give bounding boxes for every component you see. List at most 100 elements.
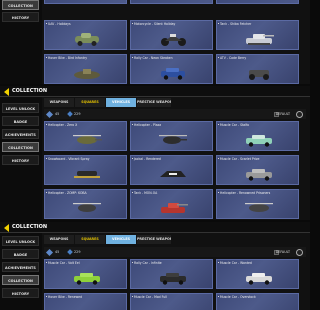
- vehicle-image: [246, 169, 272, 181]
- vehicle-image: [246, 273, 272, 285]
- vehicle-image: [246, 135, 272, 147]
- vehicle-card[interactable]: Rally Car - Neon Sbroken: [130, 54, 213, 84]
- total-count: 229: [74, 250, 81, 254]
- vehicle-card-partial[interactable]: [130, 0, 213, 4]
- vehicle-card[interactable]: Tank - MON-OA: [130, 189, 213, 219]
- sidebar-item-achievements[interactable]: ACHIEVEMENTS: [2, 129, 39, 139]
- vehicle-card[interactable]: Muscle Car - Volt Eel: [44, 259, 127, 289]
- category-tabs: WEAPONS SQUARES VEHICLES PRESTIGE WEAPON: [44, 98, 184, 107]
- vehicle-card[interactable]: Muscle Car - Scarlet Prize: [216, 155, 299, 185]
- vehicle-image: [161, 203, 188, 213]
- vehicle-card-name: Rally Car - Neon Sbroken: [134, 56, 173, 60]
- vehicle-card[interactable]: Rally Car - Infinite: [130, 259, 213, 289]
- vehicle-card-name: Muscle Car - Overstock: [220, 295, 256, 299]
- vehicle-card-partial[interactable]: [44, 0, 127, 4]
- vehicle-card-name: Jackal - Rendered: [134, 157, 161, 161]
- collection-panel-top: COLLECTION HISTORY UAV - Holidays Motorc…: [0, 0, 310, 84]
- sidebar-item-level-unlock[interactable]: LEVEL UNLOCK: [2, 103, 39, 113]
- rarity-icon: [45, 110, 54, 118]
- vehicle-card[interactable]: ATV - Code Berry: [216, 54, 299, 84]
- vehicle-image: [160, 273, 186, 285]
- vehicle-card[interactable]: Hover Bike - Bird Infantry: [44, 54, 127, 84]
- vehicle-card[interactable]: Muscle Car - Wanted: [216, 259, 299, 289]
- collection-panel-middle: COLLECTION LEVEL UNLOCK BADGE ACHIEVEMEN…: [0, 86, 310, 220]
- vehicle-card-name: Muscle Car - Mod Full: [134, 295, 167, 299]
- info-icon[interactable]: [296, 248, 303, 256]
- rarity-icon: [45, 248, 54, 256]
- sidebar-item-history[interactable]: HISTORY: [2, 288, 39, 298]
- sort-dropdown[interactable]: DEFAULT: [276, 247, 290, 257]
- vehicle-image: [74, 171, 100, 178]
- info-icon[interactable]: [296, 110, 303, 118]
- sidebar-item-level-unlock[interactable]: LEVEL UNLOCK: [2, 236, 39, 246]
- page-title: COLLECTION: [12, 224, 48, 230]
- vehicle-image: [160, 171, 186, 177]
- vehicle-card[interactable]: Helicopter - Renowned Prisoners: [216, 189, 299, 219]
- header-bar: COLLECTION: [0, 222, 310, 233]
- vehicle-card-name: Muscle Car - Wanted: [220, 261, 252, 265]
- vehicle-card-name: UAV - Holidays: [48, 22, 71, 26]
- vehicle-card[interactable]: Helicopter - Plaza: [130, 121, 213, 151]
- vehicle-card[interactable]: Motorcycle - Silent Holiday: [130, 20, 213, 50]
- vehicle-card-name: ATV - Code Berry: [220, 56, 247, 60]
- tab-squares[interactable]: SQUARES: [75, 235, 105, 244]
- sidebar-item-achievements[interactable]: ACHIEVEMENTS: [2, 262, 39, 272]
- vehicle-card-name: Helicopter - Renowned Prisoners: [220, 191, 271, 195]
- vehicle-card-name: Helicopter - ZOMP: KOBA: [48, 191, 87, 195]
- vehicle-image: [161, 34, 186, 46]
- sidebar-item-history[interactable]: HISTORY: [2, 155, 39, 165]
- collection-panel-bottom: COLLECTION LEVEL UNLOCK BADGE ACHIEVEMEN…: [0, 222, 310, 310]
- back-arrow-icon[interactable]: [4, 223, 9, 232]
- vehicle-image: [245, 203, 273, 212]
- vehicle-image: [74, 273, 100, 285]
- vehicle-card[interactable]: Helicopter - Zero X: [44, 121, 127, 151]
- vehicle-card[interactable]: Jackal - Rendered: [130, 155, 213, 185]
- vehicle-card[interactable]: Muscle Car - Mod Full: [130, 293, 213, 310]
- vehicle-card-name: Tank - Shiba Fetcher: [220, 22, 252, 26]
- sidebar-item-history[interactable]: HISTORY: [2, 12, 39, 22]
- sidebar-item-badge[interactable]: BADGE: [2, 116, 39, 126]
- vehicle-card-name: Hover Bike - Renewed: [48, 295, 83, 299]
- tab-prestige-weapon[interactable]: PRESTIGE WEAPON: [137, 98, 171, 107]
- gem-icon: [67, 249, 73, 255]
- sidebar: LEVEL UNLOCK BADGE ACHIEVEMENTS COLLECTI…: [0, 233, 42, 310]
- vehicle-card[interactable]: Snowboard - Vibrant Spray: [44, 155, 127, 185]
- page-title: COLLECTION: [12, 88, 48, 94]
- vehicle-card-name: Hover Bike - Bird Infantry: [48, 56, 88, 60]
- vehicle-card[interactable]: UAV - Holidays: [44, 20, 127, 50]
- sidebar: LEVEL UNLOCK BADGE ACHIEVEMENTS COLLECTI…: [0, 97, 42, 220]
- vehicle-card-name: Rally Car - Infinite: [134, 261, 162, 265]
- tab-vehicles[interactable]: VEHICLES: [106, 98, 136, 107]
- tab-vehicles[interactable]: VEHICLES: [106, 235, 136, 244]
- tab-prestige-weapon[interactable]: PRESTIGE WEAPON: [137, 235, 171, 244]
- category-tabs: WEAPONS SQUARES VEHICLES PRESTIGE WEAPON: [44, 235, 184, 244]
- tab-squares[interactable]: SQUARES: [75, 98, 105, 107]
- sidebar-item-badge[interactable]: BADGE: [2, 249, 39, 259]
- vehicle-card-name: Muscle Car - Scarlet Prize: [220, 157, 260, 161]
- vehicle-image: [246, 34, 274, 45]
- vehicle-card-name: Snowboard - Vibrant Spray: [48, 157, 90, 161]
- vehicle-card[interactable]: Hover Bike - Renewed: [44, 293, 127, 310]
- sidebar-item-collection[interactable]: COLLECTION: [2, 0, 39, 10]
- vehicle-card-name: Tank - MON-OA: [134, 191, 158, 195]
- sidebar: COLLECTION HISTORY: [0, 0, 42, 84]
- header-bar: COLLECTION: [0, 86, 310, 97]
- filter-bar: 45 229 DEFAULT: [44, 247, 306, 257]
- vehicle-card[interactable]: Muscle Car - Stalfo: [216, 121, 299, 151]
- vehicle-image: [74, 69, 100, 79]
- sidebar-item-collection[interactable]: COLLECTION: [2, 275, 39, 285]
- vehicle-card[interactable]: Tank - Shiba Fetcher: [216, 20, 299, 50]
- back-arrow-icon[interactable]: [4, 87, 9, 96]
- vehicle-image: [161, 68, 185, 80]
- vehicle-image: [75, 33, 99, 46]
- vehicle-image: [159, 135, 187, 144]
- sort-dropdown[interactable]: DEFAULT: [276, 109, 290, 119]
- vehicle-card-name: Helicopter - Plaza: [134, 123, 162, 127]
- vehicle-card[interactable]: Helicopter - ZOMP: KOBA: [44, 189, 127, 219]
- tab-weapons[interactable]: WEAPONS: [44, 98, 74, 107]
- tab-weapons[interactable]: WEAPONS: [44, 235, 74, 244]
- vehicle-image: [249, 70, 269, 80]
- vehicle-card[interactable]: Muscle Car - Overstock: [216, 293, 299, 310]
- vehicle-card-partial[interactable]: [216, 0, 299, 4]
- sidebar-item-collection[interactable]: COLLECTION: [2, 142, 39, 152]
